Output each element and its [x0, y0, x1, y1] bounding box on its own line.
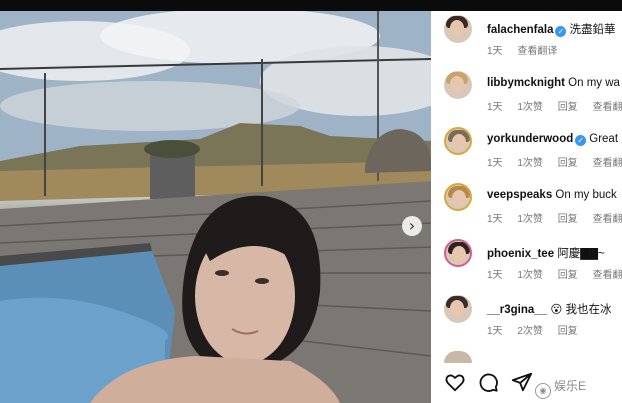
reply-link[interactable]: 回复 — [558, 326, 578, 337]
comment-text-line: yorkunderwood ✓ Great — [487, 133, 618, 146]
avatar[interactable] — [444, 183, 472, 211]
username-link[interactable]: __r3gina__ — [487, 304, 547, 316]
translate-link[interactable]: 查看翻译 — [592, 270, 622, 281]
avatar[interactable] — [444, 127, 472, 155]
avatar[interactable] — [444, 15, 472, 43]
translate-link[interactable]: 查看翻译 — [592, 158, 622, 169]
share-icon[interactable] — [511, 371, 533, 393]
verified-badge-icon: ✓ — [555, 26, 567, 37]
hot-tub-scene — [0, 11, 431, 403]
comment-text-line: falachenfala ✓ 洗盡鉛華 — [487, 21, 615, 37]
comment-time: 1天 — [487, 270, 503, 281]
comment-time: 1天 — [487, 158, 503, 169]
comment-text: 阿慶▇▇~ — [557, 248, 605, 260]
comment-time: 1天 — [487, 326, 503, 337]
reply-link[interactable]: 回复 — [558, 158, 578, 169]
avatar[interactable] — [444, 295, 472, 323]
camera-icon: ◉ — [535, 383, 551, 399]
comment-time: 1天 — [487, 46, 503, 57]
username-link[interactable]: falachenfala — [487, 24, 553, 36]
comment-time: 1天 — [487, 214, 503, 225]
comment-meta: 1天 2次赞 回复 — [487, 322, 590, 337]
like-count[interactable]: 1次赞 — [517, 270, 543, 281]
translate-link[interactable]: 查看翻译 — [592, 214, 622, 225]
username-link[interactable]: libbymcknight — [487, 77, 565, 89]
comment-meta: 1天 1次赞 回复 查看翻译 — [487, 154, 622, 169]
post-photo: › — [0, 11, 431, 403]
comment-item: libbymcknight On my wa 1天 1次赞 回复 查看翻译 — [431, 71, 622, 127]
comment-meta: 1天 1次赞 回复 查看翻译 — [487, 210, 622, 225]
comment-text-line: veepspeaks On my buck — [487, 189, 617, 201]
heart-icon[interactable] — [444, 371, 466, 393]
comment-meta: 1天 查看翻译 — [487, 42, 569, 57]
comment-icon[interactable] — [477, 371, 499, 393]
comment-text: 洗盡鉛華 — [569, 24, 616, 36]
comment-meta: 1天 1次赞 回复 查看翻译 — [487, 266, 622, 281]
watermark-text: 娱乐E — [554, 379, 587, 393]
like-count[interactable]: 2次赞 — [517, 326, 543, 337]
reply-link[interactable]: 回复 — [558, 102, 578, 113]
comment-item: yorkunderwood✓Great 1天 1次赞 回复 查看翻译 — [431, 127, 622, 183]
top-bar — [0, 0, 622, 11]
translate-link[interactable]: 查看翻译 — [592, 102, 622, 113]
reply-link[interactable]: 回复 — [558, 270, 578, 281]
username-link[interactable]: veepspeaks — [487, 189, 552, 201]
watermark: ◉ 娱乐E — [535, 377, 586, 399]
avatar[interactable] — [444, 239, 472, 267]
comment-item: __r3gina__ 😮 我也在冰 1天 2次赞 回复 — [431, 295, 622, 351]
comment-item: falachenfala ✓ 洗盡鉛華 1天 查看翻译 — [431, 15, 622, 71]
like-count[interactable]: 1次赞 — [517, 102, 543, 113]
comment-text: Great — [589, 133, 619, 145]
comment-text: 😮 我也在冰 — [550, 304, 612, 316]
like-count[interactable]: 1次赞 — [517, 214, 543, 225]
comments-panel: falachenfala ✓ 洗盡鉛華 1天 查看翻译 libbymcknight … — [431, 11, 622, 403]
username-link[interactable]: yorkunderwood — [487, 133, 573, 145]
avatar[interactable] — [444, 71, 472, 99]
like-count[interactable]: 1次赞 — [517, 158, 543, 169]
comment-meta: 1天 1次赞 回复 查看翻译 — [487, 98, 622, 113]
carousel-next-button[interactable]: › — [402, 216, 422, 236]
verified-badge-icon: ✓ — [575, 135, 587, 146]
comment-item: phoenix_tee 阿慶▇▇~ 1天 1次赞 回复 查看翻译 — [431, 239, 622, 295]
username-link[interactable]: phoenix_tee — [487, 248, 554, 260]
comment-time: 1天 — [487, 102, 503, 113]
comment-text: On my buck — [555, 189, 617, 201]
comment-text-line: phoenix_tee 阿慶▇▇~ — [487, 245, 605, 261]
comment-text: On my wa — [568, 77, 620, 89]
next-comment-avatar — [444, 351, 472, 363]
comment-item: veepspeaks On my buck 1天 1次赞 回复 查看翻译 — [431, 183, 622, 239]
translate-link[interactable]: 查看翻译 — [517, 46, 557, 57]
post-action-bar: ◉ 娱乐E — [431, 363, 622, 403]
comment-text-line: __r3gina__ 😮 我也在冰 — [487, 301, 612, 317]
reply-link[interactable]: 回复 — [558, 214, 578, 225]
comment-text-line: libbymcknight On my wa — [487, 77, 620, 89]
